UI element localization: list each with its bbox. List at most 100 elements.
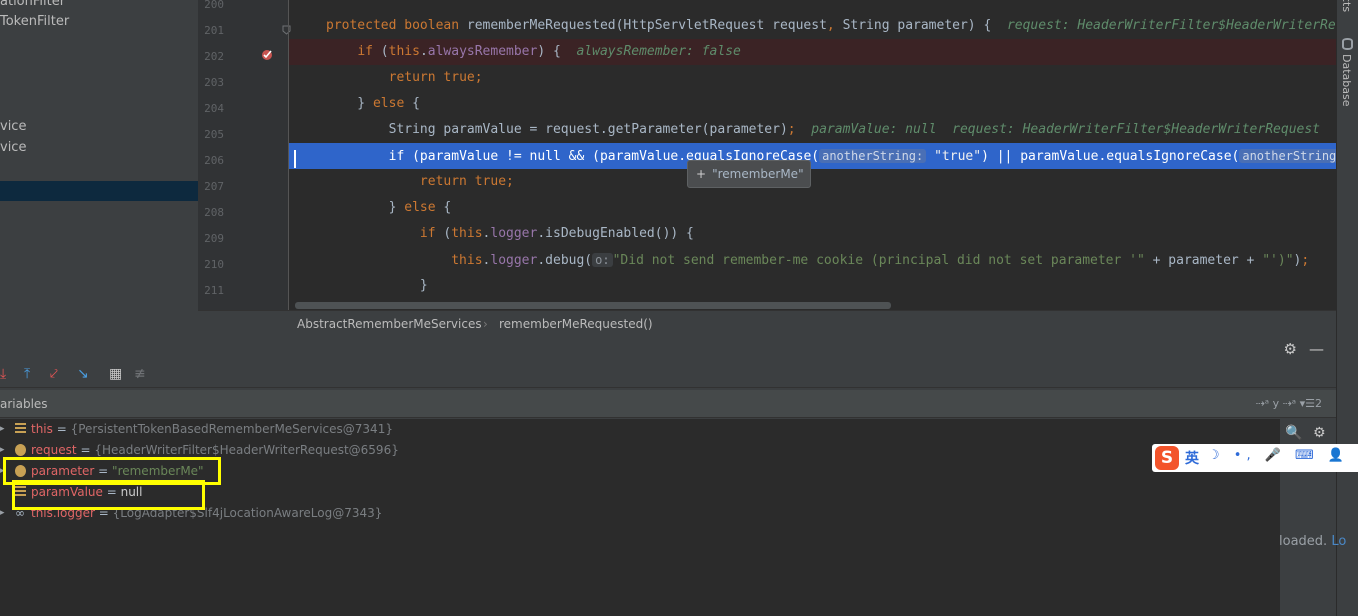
loaded-link[interactable]: Lo — [1331, 534, 1346, 549]
variable-equals: = — [52, 422, 71, 436]
breakpoint-icon[interactable] — [261, 49, 273, 61]
project-tree-panel: ationFilter TokenFilter vice vice — [0, 0, 198, 338]
debug-panel: ⚙ — ⤓ ⤒ ⤦ ↘ ▦ ≢ ariables ⇢ᵃ y ⇢ᵃ ▾☰2 ▸ this = {… — [0, 338, 1346, 616]
code-token: return true — [419, 174, 507, 189]
breadcrumb-class[interactable]: AbstractRememberMeServices — [297, 311, 482, 337]
run-to-cursor-icon[interactable]: ↘ — [77, 366, 89, 382]
variable-name: this = {PersistentTokenBasedRememberMeSe… — [31, 419, 393, 440]
project-tree-item[interactable]: vice — [0, 140, 26, 155]
code-token: , — [826, 18, 843, 33]
line-number: 209 — [204, 232, 224, 245]
line-number: 200 — [204, 0, 224, 11]
code-token: ; — [506, 174, 514, 189]
code-token: else — [404, 200, 444, 215]
code-token: { — [443, 200, 452, 215]
code-token: if — [419, 226, 444, 241]
variables-tree[interactable]: ▸ this = {PersistentTokenBasedRememberMeS… — [0, 419, 1280, 616]
variable-identifier: this — [31, 422, 53, 436]
code-token: logger — [490, 253, 538, 268]
code-token: if — [388, 149, 413, 164]
code-token: } — [326, 200, 405, 215]
code-token: + parameter + — [1152, 253, 1263, 268]
code-editor[interactable]: 200 201 202 203 204 205 206 207 208 209 … — [198, 0, 1336, 338]
code-token: ; — [787, 122, 812, 137]
expand-arrow-icon[interactable]: ▸ — [0, 419, 5, 440]
code-line[interactable]: } else { — [289, 195, 1336, 221]
code-line[interactable]: if (this.alwaysRemember) { alwaysRemembe… — [289, 39, 1336, 65]
project-tree-item[interactable]: TokenFilter — [0, 14, 69, 29]
parameter-hint: anotherString: — [1239, 149, 1336, 163]
inline-value-popup[interactable]: + "rememberMe" — [687, 160, 811, 188]
debug-header-tools: ⚙ — — [1272, 340, 1324, 358]
add-to-watches-icon[interactable]: + — [696, 167, 706, 181]
step-into-icon[interactable]: ⤓ — [0, 366, 6, 382]
variable-identifier: request — [31, 443, 77, 457]
code-token: else — [372, 96, 413, 111]
variables-header: ariables ⇢ᵃ y ⇢ᵃ ▾☰2 — [0, 390, 1336, 418]
breadcrumb-method[interactable]: rememberMeRequested() — [499, 311, 653, 337]
database-icon[interactable] — [1342, 38, 1353, 50]
code-token: "')" — [1262, 253, 1294, 268]
parameter-hint: o: — [592, 253, 613, 267]
editor-gutter[interactable]: 200 201 202 203 204 205 206 207 208 209 … — [198, 0, 291, 310]
code-token: rememberMeRequested(HttpServletRequest r… — [466, 18, 827, 33]
project-tree-selected-row[interactable] — [0, 181, 198, 201]
ime-tool-icons[interactable]: ☽ •, 🎤 ⌨ 👤 👕 ▦ — [1208, 448, 1358, 463]
code-line[interactable]: return true; — [289, 169, 1336, 195]
gear-icon[interactable]: ⚙ — [1284, 340, 1297, 358]
right-tool-strip: cts Database — [1336, 0, 1358, 616]
line-number: 204 — [204, 102, 224, 115]
code-token: { — [412, 96, 420, 111]
breadcrumb-separator: › — [483, 317, 488, 331]
gear-icon[interactable]: ⚙ — [1313, 425, 1326, 441]
step-out-icon[interactable]: ⤒ — [24, 366, 30, 382]
parameter-icon — [15, 444, 26, 456]
code-token: "true" — [934, 149, 982, 164]
code-token: return true — [388, 70, 475, 85]
code-token: String parameter) { — [842, 18, 1007, 33]
code-line[interactable]: this.logger.debug(o: "Did not send rememb… — [289, 247, 1336, 273]
horizontal-scrollbar[interactable] — [295, 302, 891, 309]
variable-row[interactable]: ▸ this = {PersistentTokenBasedRememberMeS… — [0, 419, 1280, 440]
project-tree-item[interactable]: vice — [0, 119, 26, 134]
inline-debug-value: alwaysRemember: false — [576, 44, 741, 59]
inline-debug-value: paramValue: null request: HeaderWriterFi… — [811, 122, 1320, 137]
line-number: 203 — [204, 76, 224, 89]
tool-window-label[interactable]: cts — [1340, 0, 1353, 12]
code-line[interactable]: if (this.logger.isDebugEnabled()) { — [289, 221, 1336, 247]
code-token: logger — [490, 226, 538, 241]
variables-title: ariables — [0, 397, 48, 411]
variable-value: {HeaderWriterFilter$HeaderWriterRequest@… — [94, 443, 399, 457]
line-number: 205 — [204, 128, 224, 141]
popup-value: "rememberMe" — [712, 167, 804, 181]
evaluate-expression-icon[interactable]: ▦ — [109, 366, 122, 382]
expand-arrow-icon[interactable]: ▸ — [0, 503, 5, 524]
ime-toolbar[interactable]: S 英 ☽ •, 🎤 ⌨ 👤 👕 ▦ — [1152, 444, 1358, 472]
code-line[interactable]: } else { — [289, 91, 1336, 117]
inline-debug-value: request: HeaderWriterFilter$HeaderWriter… — [1006, 18, 1336, 33]
variables-view-options[interactable]: ⇢ᵃ y ⇢ᵃ ▾☰2 — [1256, 390, 1322, 418]
search-icon[interactable]: 🔍 — [1285, 425, 1302, 441]
minimize-icon[interactable]: — — [1309, 340, 1324, 358]
breadcrumb: AbstractRememberMeServices › rememberMeR… — [198, 310, 1336, 338]
code-line[interactable]: } — [289, 273, 1336, 299]
project-tree-item[interactable]: ationFilter — [0, 0, 65, 9]
loaded-text: loaded. — [1279, 534, 1332, 549]
code-line[interactable]: if (paramValue != null && (paramValue.eq… — [289, 143, 1336, 169]
code-token: .debug( — [537, 253, 593, 268]
loaded-status: loaded. Lo — [1279, 534, 1346, 549]
text-caret — [294, 150, 296, 168]
code-line[interactable]: String paramValue = request.getParameter… — [289, 117, 1336, 143]
database-tool-button[interactable]: Database — [1340, 54, 1353, 107]
code-line[interactable]: return true; — [289, 65, 1336, 91]
code-token: } — [326, 96, 373, 111]
ime-language-mode[interactable]: 英 — [1185, 448, 1199, 468]
code-area[interactable]: protected boolean rememberMeRequested(Ht… — [289, 0, 1336, 310]
code-line[interactable]: protected boolean rememberMeRequested(Ht… — [289, 13, 1336, 39]
trace-stream-icon[interactable]: ≢ — [134, 366, 146, 382]
drop-frame-icon[interactable]: ⤦ — [50, 366, 58, 382]
ime-logo-icon[interactable]: S — [1155, 446, 1179, 470]
